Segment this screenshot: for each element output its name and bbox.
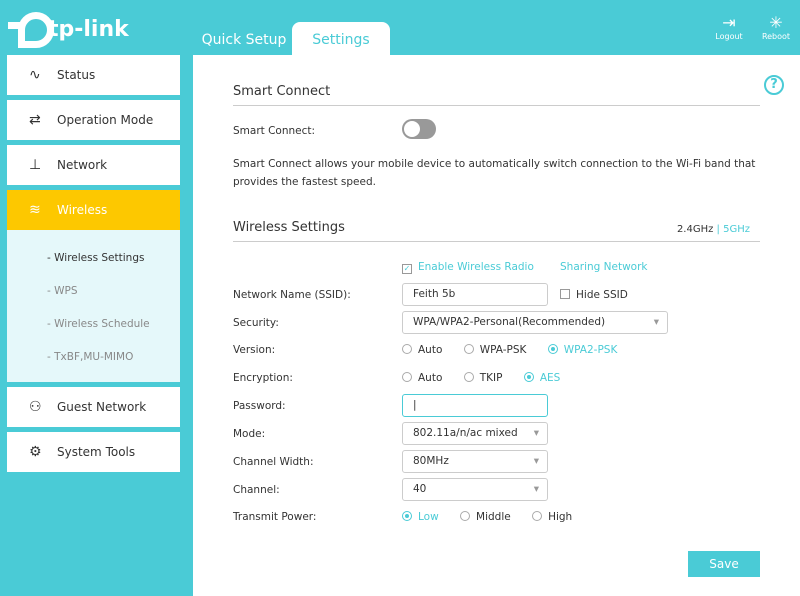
sidebar-item-network[interactable]: ⊥ Network bbox=[7, 145, 180, 185]
mode-select[interactable]: 802.11a/n/ac mixed bbox=[402, 422, 548, 445]
ssid-label: Network Name (SSID): bbox=[233, 289, 351, 301]
swap-icon: ⇄ bbox=[29, 112, 41, 128]
wifi-icon: ≋ bbox=[29, 202, 41, 218]
smart-connect-description: Smart Connect allows your mobile device … bbox=[233, 158, 756, 188]
sharing-network-link[interactable]: Sharing Network bbox=[560, 261, 648, 273]
enc-auto-radio[interactable]: Auto bbox=[402, 372, 442, 384]
sidebar: ∿ Status ⇄ Operation Mode ⊥ Network ≋ Wirele… bbox=[7, 55, 180, 477]
sidebar-item-wireless[interactable]: ≋ Wireless bbox=[7, 190, 180, 230]
sidebar-item-system-tools[interactable]: ⚙ System Tools bbox=[7, 432, 180, 472]
submenu-txbf[interactable]: - TxBF,MU-MIMO bbox=[7, 341, 180, 374]
power-high-radio[interactable]: High bbox=[532, 511, 572, 523]
logout-button[interactable]: ⇥ Logout bbox=[709, 13, 749, 42]
sidebar-item-guest-network[interactable]: ⚇ Guest Network bbox=[7, 387, 180, 427]
wireless-submenu: - Wireless Settings - WPS - Wireless Sch… bbox=[7, 230, 180, 382]
security-label: Security: bbox=[233, 317, 279, 329]
band-separator: | bbox=[716, 224, 720, 235]
ssid-input[interactable]: Feith 5b bbox=[402, 283, 548, 306]
save-button[interactable]: Save bbox=[688, 551, 760, 577]
enable-wireless-checkbox[interactable]: ✓ Enable Wireless Radio bbox=[402, 261, 534, 274]
version-label: Version: bbox=[233, 344, 276, 356]
main-panel: ? Smart Connect Smart Connect: Smart Con… bbox=[193, 55, 800, 596]
smart-connect-label: Smart Connect: bbox=[233, 125, 316, 137]
tp-link-logo: tp-link bbox=[8, 12, 129, 48]
reboot-button[interactable]: ✳ Reboot bbox=[756, 13, 796, 42]
sidebar-item-status[interactable]: ∿ Status bbox=[7, 55, 180, 95]
reboot-icon: ✳ bbox=[769, 13, 783, 32]
version-auto-radio[interactable]: Auto bbox=[402, 344, 442, 356]
version-wpa-psk-radio[interactable]: WPA-PSK bbox=[463, 344, 526, 356]
gear-icon: ⚙ bbox=[29, 444, 42, 460]
submenu-wireless-settings[interactable]: - Wireless Settings bbox=[7, 242, 180, 275]
help-icon[interactable]: ? bbox=[764, 75, 784, 95]
power-low-radio[interactable]: Low bbox=[402, 511, 439, 523]
band-2-4ghz[interactable]: 2.4GHz bbox=[677, 224, 713, 235]
checkbox-icon bbox=[560, 289, 570, 299]
network-icon: ⊥ bbox=[29, 157, 42, 173]
submenu-wireless-schedule[interactable]: - Wireless Schedule bbox=[7, 308, 180, 341]
hide-ssid-checkbox[interactable]: Hide SSID bbox=[560, 289, 628, 301]
enc-aes-radio[interactable]: AES bbox=[523, 372, 560, 384]
check-icon: ✓ bbox=[402, 264, 412, 274]
channel-select[interactable]: 40 bbox=[402, 478, 548, 501]
tab-quick-setup[interactable]: Quick Setup bbox=[196, 22, 292, 55]
sidebar-item-operation-mode[interactable]: ⇄ Operation Mode bbox=[7, 100, 180, 140]
band-5ghz[interactable]: 5GHz bbox=[723, 224, 750, 235]
channel-label: Channel: bbox=[233, 484, 280, 496]
transmit-power-label: Transmit Power: bbox=[233, 511, 317, 523]
password-label: Password: bbox=[233, 400, 286, 412]
smart-connect-toggle[interactable] bbox=[402, 119, 436, 139]
users-icon: ⚇ bbox=[29, 399, 42, 415]
encryption-label: Encryption: bbox=[233, 372, 293, 384]
password-input[interactable]: | bbox=[402, 394, 548, 417]
logout-icon: ⇥ bbox=[722, 13, 736, 32]
enc-tkip-radio[interactable]: TKIP bbox=[463, 372, 502, 384]
security-select[interactable]: WPA/WPA2-Personal(Recommended) bbox=[402, 311, 668, 334]
channel-width-select[interactable]: 80MHz bbox=[402, 450, 548, 473]
wireless-settings-heading: Wireless Settings 2.4GHz | 5GHz bbox=[233, 220, 760, 242]
submenu-wps[interactable]: - WPS bbox=[7, 275, 180, 308]
mode-label: Mode: bbox=[233, 428, 266, 440]
power-radio-group: Low Middle High bbox=[402, 511, 590, 523]
version-radio-group: Auto WPA-PSK WPA2-PSK bbox=[402, 344, 635, 356]
channel-width-label: Channel Width: bbox=[233, 456, 314, 468]
power-middle-radio[interactable]: Middle bbox=[460, 511, 511, 523]
smart-connect-heading: Smart Connect bbox=[233, 84, 760, 106]
version-wpa2-psk-radio[interactable]: WPA2-PSK bbox=[547, 344, 617, 356]
pulse-icon: ∿ bbox=[29, 67, 41, 83]
tab-settings[interactable]: Settings bbox=[292, 22, 390, 55]
encryption-radio-group: Auto TKIP AES bbox=[402, 372, 578, 384]
